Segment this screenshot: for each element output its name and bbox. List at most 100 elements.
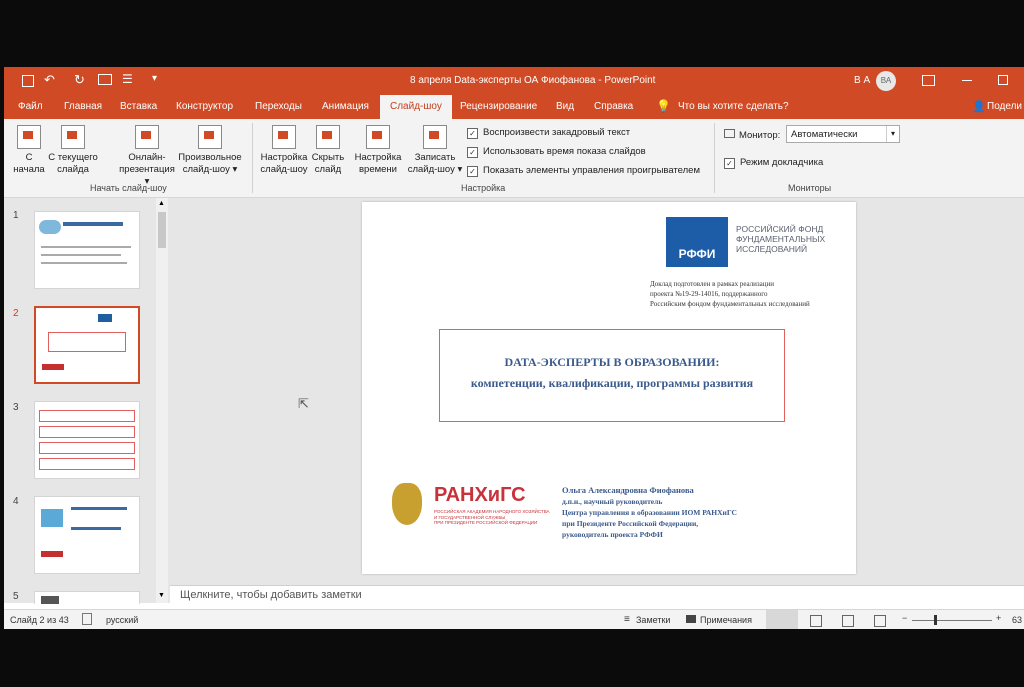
rehearse-timings-button[interactable]: Настройка времени xyxy=(352,125,404,176)
thumbnails-scrollbar[interactable]: ▲ ▼ xyxy=(156,198,168,603)
zoom-slider[interactable] xyxy=(912,620,992,621)
slide-thumbnail-5[interactable] xyxy=(34,591,140,604)
setup-slideshow-button[interactable]: Настройка слайд-шоу xyxy=(258,125,310,176)
current-slide[interactable]: РФФИ РОССИЙСКИЙ ФОНД ФУНДАМЕНТАЛЬНЫХ ИСС… xyxy=(362,202,856,574)
checkbox-checked-icon: ✓ xyxy=(467,128,478,139)
hide-slide-button[interactable]: Скрыть слайд xyxy=(310,125,346,176)
tab-slideshow[interactable]: Слайд-шоу xyxy=(380,95,452,119)
custom-slideshow-icon xyxy=(198,125,222,149)
slide-editing-area: ⇱ РФФИ РОССИЙСКИЙ ФОНД ФУНДАМЕНТАЛЬНЫХ И… xyxy=(170,198,1024,585)
ribbon-display-icon[interactable] xyxy=(922,75,935,86)
media-controls-checkbox[interactable]: ✓ Показать элементы управления проигрыват… xyxy=(467,165,700,177)
slideshow-current-icon xyxy=(61,125,85,149)
notes-placeholder: Щелкните, чтобы добавить заметки xyxy=(180,589,362,601)
spellcheck-icon[interactable] xyxy=(82,613,92,625)
tab-design[interactable]: Конструктор xyxy=(176,101,233,112)
ranepa-emblem xyxy=(392,483,422,525)
slide-thumbnail-1[interactable] xyxy=(34,211,140,289)
zoom-out-icon[interactable]: − xyxy=(902,613,907,623)
save-icon[interactable] xyxy=(22,75,34,87)
comments-button[interactable]: Примечания xyxy=(700,615,752,625)
present-icon[interactable] xyxy=(98,74,112,85)
use-timings-checkbox[interactable]: ✓ Использовать время показа слайдов xyxy=(467,146,646,158)
slide-thumbnail-4[interactable] xyxy=(34,496,140,574)
slide-thumbnails-pane: 1 2 3 4 5 ▲ ▼ xyxy=(4,198,170,604)
chevron-down-icon: ▾ xyxy=(229,164,238,175)
grant-note: Доклад подготовлен в рамках реализации п… xyxy=(650,280,810,308)
tab-animations[interactable]: Анимация xyxy=(322,101,369,112)
thumb-number: 1 xyxy=(13,210,19,221)
ribbon: С начала С текущего слайда Онлайн- презе… xyxy=(4,119,1024,198)
custom-slideshow-button[interactable]: Произвольное слайд-шоу ▾ xyxy=(174,125,246,176)
ribbon-tabs: Файл Главная Вставка Конструктор Переход… xyxy=(4,95,1024,119)
from-current-button[interactable]: С текущего слайда xyxy=(44,125,102,176)
present-online-button[interactable]: Онлайн- презентация ▾ xyxy=(116,125,178,188)
slide-thumbnail-2[interactable] xyxy=(34,306,140,384)
tell-me-search[interactable]: Что вы хотите сделать? xyxy=(678,101,789,112)
zoom-in-icon[interactable]: + xyxy=(996,613,1001,623)
presenter-view-checkbox[interactable]: ✓ Режим докладчика xyxy=(724,157,823,169)
redo-icon[interactable]: ↻ xyxy=(74,72,85,88)
tab-help[interactable]: Справка xyxy=(594,101,633,112)
slide-title: DATA-ЭКСПЕРТЫ В ОБРАЗОВАНИИ: xyxy=(504,355,720,369)
window-title: 8 апреля Data-эксперты ОА Фиофанова - Po… xyxy=(410,75,656,86)
lightbulb-icon: 💡 xyxy=(656,99,671,113)
monitor-icon xyxy=(724,129,735,138)
normal-view-icon[interactable] xyxy=(766,610,798,629)
tab-insert[interactable]: Вставка xyxy=(120,101,157,112)
reading-view-icon[interactable] xyxy=(842,615,854,627)
slide-counter: Слайд 2 из 43 xyxy=(10,615,69,625)
zoom-level[interactable]: 63 xyxy=(1012,615,1022,625)
group-label-start: Начать слайд-шоу xyxy=(90,183,167,193)
language-label[interactable]: русский xyxy=(106,615,138,625)
checkbox-checked-icon: ✓ xyxy=(467,166,478,177)
zoom-thumb[interactable] xyxy=(934,615,937,625)
tab-file[interactable]: Файл xyxy=(18,101,43,112)
monitor-select[interactable]: Автоматически ▾ xyxy=(786,125,900,143)
tab-review[interactable]: Рецензирование xyxy=(460,101,537,112)
scroll-up-icon[interactable]: ▲ xyxy=(158,200,165,207)
thumb-number: 2 xyxy=(13,308,19,319)
group-divider xyxy=(252,123,253,193)
scroll-down-icon[interactable]: ▼ xyxy=(158,592,165,599)
checkbox-checked-icon: ✓ xyxy=(724,158,735,169)
slide-thumbnail-3[interactable] xyxy=(34,401,140,479)
narration-checkbox[interactable]: ✓ Воспроизвести закадровый текст xyxy=(467,127,630,139)
group-label-setup: Настройка xyxy=(461,183,506,193)
thumb-number: 3 xyxy=(13,402,19,413)
from-beginning-button[interactable]: С начала xyxy=(12,125,46,176)
avatar[interactable]: ВА xyxy=(876,71,896,91)
slideshow-start-icon xyxy=(17,125,41,149)
title-bar: ↶ ↻ ☰ ▾ 8 апреля Data-эксперты ОА Фиофан… xyxy=(4,67,1024,95)
record-slideshow-button[interactable]: Записать слайд-шоу ▾ xyxy=(406,125,464,176)
thumb-number: 5 xyxy=(13,591,19,602)
thumb-number: 4 xyxy=(13,496,19,507)
customize-icon[interactable]: ▾ xyxy=(152,73,157,84)
undo-icon[interactable]: ↶ xyxy=(44,72,55,88)
restore-icon[interactable] xyxy=(998,75,1008,85)
author-info: Ольга Александровна Фиофанова д.п.н., на… xyxy=(562,485,737,539)
notes-toggle-icon: ≡ xyxy=(624,614,630,625)
slide-title-box: DATA-ЭКСПЕРТЫ В ОБРАЗОВАНИИ: компетенции… xyxy=(439,329,785,422)
slideshow-view-icon[interactable] xyxy=(874,615,886,627)
checkbox-checked-icon: ✓ xyxy=(467,147,478,158)
share-button[interactable]: Подели xyxy=(987,101,1022,112)
tab-home[interactable]: Главная xyxy=(64,101,102,112)
user-initials: В А xyxy=(854,75,871,86)
list-icon[interactable]: ☰ xyxy=(122,72,133,86)
tab-transitions[interactable]: Переходы xyxy=(255,101,302,112)
monitor-label-row: Монитор: xyxy=(724,129,780,141)
record-icon xyxy=(423,125,447,149)
notes-pane[interactable]: Щелкните, чтобы добавить заметки xyxy=(170,585,1024,604)
comments-icon xyxy=(686,615,696,623)
mouse-cursor-icon: ⇱ xyxy=(298,396,309,411)
ranepa-logo: РАНХиГС xyxy=(434,484,526,506)
status-bar: Слайд 2 из 43 русский ≡ Заметки Примечан… xyxy=(4,609,1024,629)
minimize-icon[interactable] xyxy=(962,80,972,81)
tab-view[interactable]: Вид xyxy=(556,101,574,112)
group-divider xyxy=(714,123,715,193)
person-icon: 👤 xyxy=(972,101,986,113)
notes-button[interactable]: Заметки xyxy=(636,615,670,625)
rffi-logo: РФФИ xyxy=(666,217,728,267)
sorter-view-icon[interactable] xyxy=(810,615,822,627)
